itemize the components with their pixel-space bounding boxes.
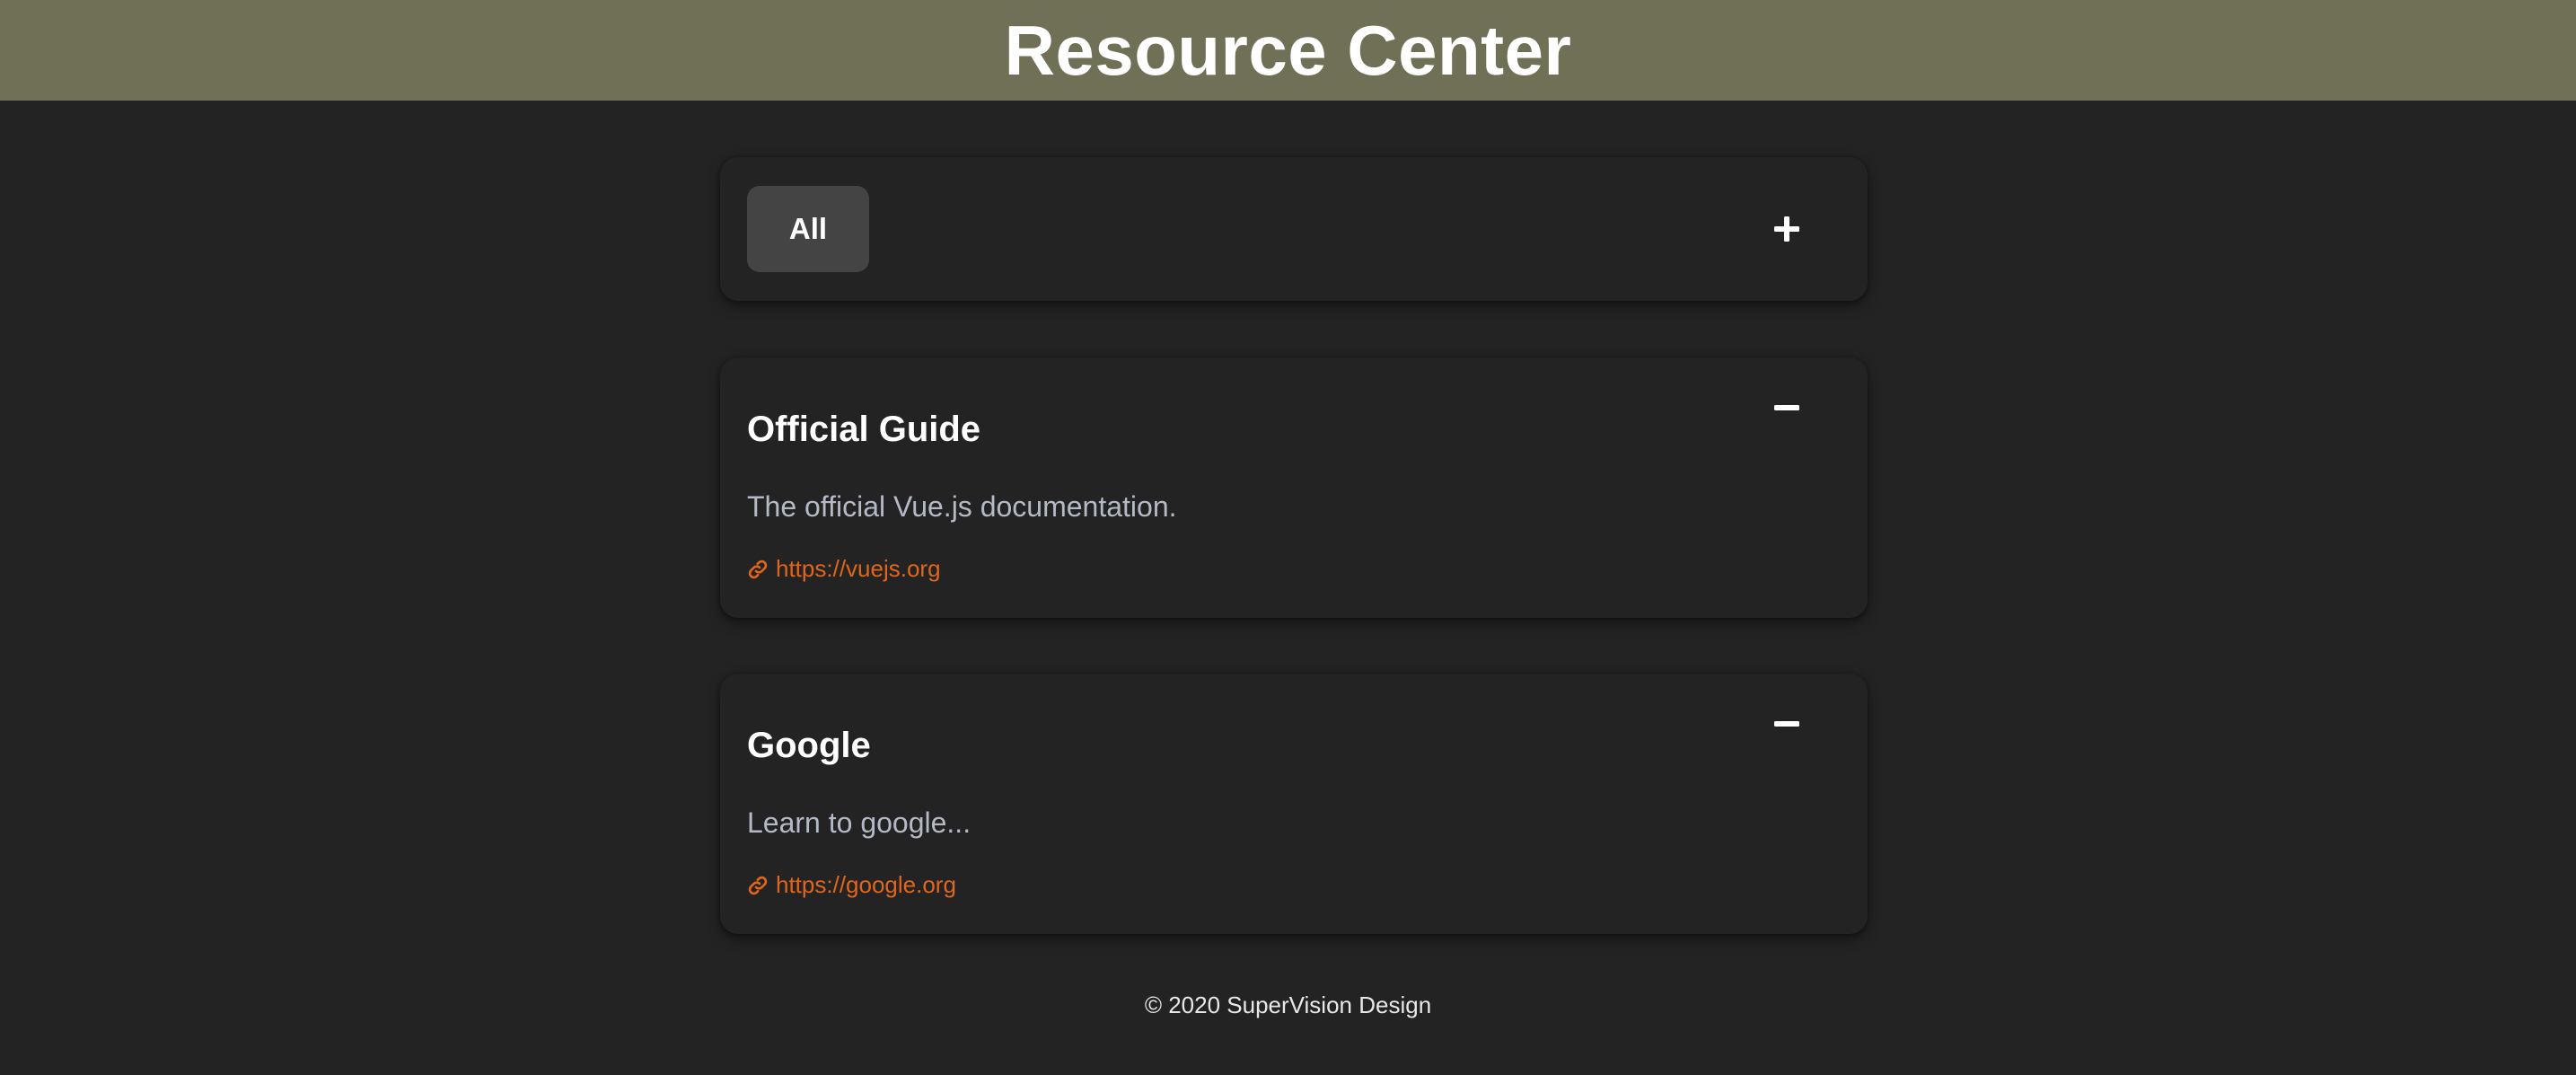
resource-card: Google Learn to google... https://google… [720, 674, 1868, 934]
page-title: Resource Center [1004, 11, 1572, 90]
minus-icon[interactable] [1767, 704, 1807, 744]
resource-card: Official Guide The official Vue.js docum… [720, 357, 1868, 618]
resource-title: Google [747, 726, 871, 765]
resource-link-text[interactable]: https://google.org [776, 871, 956, 899]
resource-description: The official Vue.js documentation. [747, 490, 1177, 523]
link-icon [747, 559, 769, 580]
resource-link[interactable]: https://google.org [747, 871, 956, 899]
resource-title: Official Guide [747, 410, 981, 449]
filter-all-button[interactable]: All [747, 186, 869, 272]
footer-copyright: © 2020 SuperVision Design [1144, 991, 1432, 1018]
plus-icon[interactable] [1767, 209, 1807, 249]
minus-icon[interactable] [1767, 388, 1807, 427]
filter-toolbar: All [720, 157, 1868, 301]
app-header: Resource Center [0, 0, 2576, 101]
resource-link-text[interactable]: https://vuejs.org [776, 555, 941, 583]
link-icon [747, 875, 769, 896]
resource-link[interactable]: https://vuejs.org [747, 555, 941, 583]
resource-description: Learn to google... [747, 806, 971, 839]
